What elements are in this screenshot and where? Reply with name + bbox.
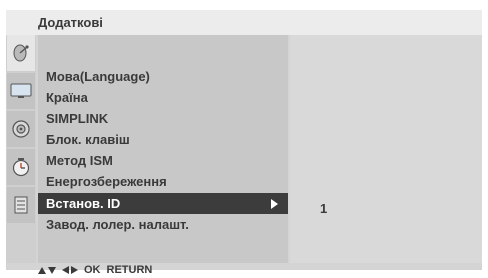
tv-screen-icon[interactable]: [7, 73, 35, 109]
menu-item-set-id[interactable]: Встанов. ID: [38, 193, 288, 214]
menu-item-country[interactable]: Країна: [38, 87, 288, 108]
menu-title: Додаткові: [38, 15, 103, 30]
menu-item-label: Країна: [46, 90, 88, 105]
satellite-dish-icon[interactable]: [7, 35, 35, 71]
category-icon-column: [6, 35, 36, 263]
menu-list: Мова(Language) Країна SIMPLINK Блок. кла…: [38, 35, 288, 263]
menu-item-label: Завод. лолер. налашт.: [46, 217, 189, 232]
menu-item-label: Енергозбереження: [46, 174, 167, 189]
submenu-panel: 1: [290, 35, 482, 263]
return-hint: RETURN: [106, 264, 153, 276]
clock-icon[interactable]: [7, 149, 35, 185]
menu-item-ism-method[interactable]: Метод ISM: [38, 150, 288, 171]
up-down-arrows-icon: [38, 266, 56, 274]
ok-hint: OK: [84, 264, 101, 276]
menu-item-label: Метод ISM: [46, 153, 113, 168]
left-right-arrows-icon: [62, 266, 78, 274]
menu-item-label: Мова(Language): [46, 69, 150, 84]
menu-item-factory-reset[interactable]: Завод. лолер. налашт.: [38, 214, 288, 235]
menu-item-label: Встанов. ID: [46, 196, 121, 211]
menu-item-simplink[interactable]: SIMPLINK: [38, 108, 288, 129]
navigation-hint: OK RETURN: [38, 264, 152, 276]
set-id-value[interactable]: 1: [320, 201, 327, 216]
menu-item-key-lock[interactable]: Блок. клавіш: [38, 129, 288, 150]
osd-menu: Додаткові Мова(Language) Країна SIMPLINK…: [6, 10, 482, 270]
title-bar: Додаткові: [6, 10, 482, 35]
menu-item-label: Блок. клавіш: [46, 132, 130, 147]
menu-item-label: SIMPLINK: [46, 111, 109, 126]
menu-item-language[interactable]: Мова(Language): [38, 66, 288, 87]
menu-item-power-saving[interactable]: Енергозбереження: [38, 171, 288, 192]
submenu-arrow-icon: [271, 199, 278, 209]
options-icon[interactable]: [7, 187, 35, 223]
speaker-icon[interactable]: [7, 111, 35, 147]
